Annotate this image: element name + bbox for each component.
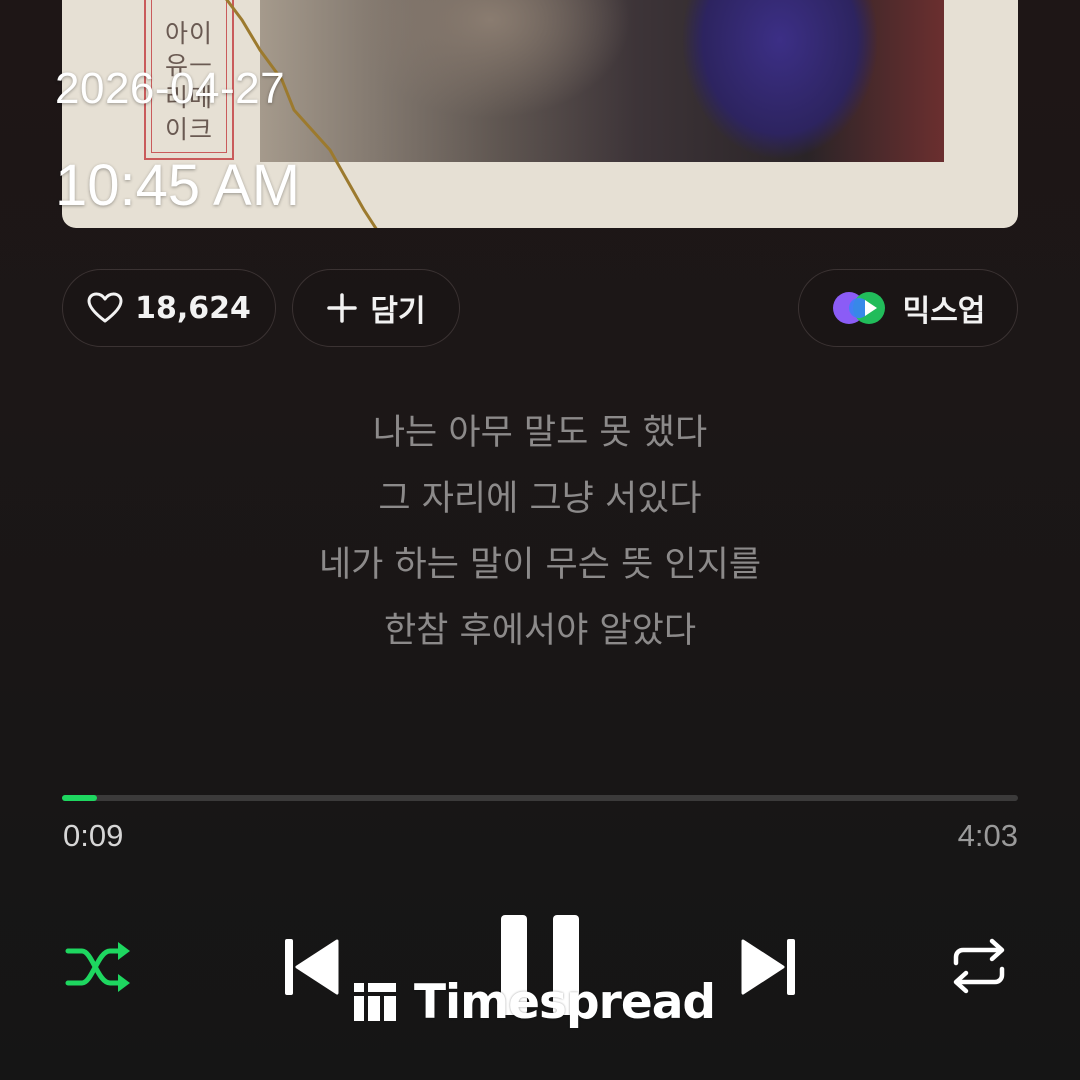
current-time: 0:09 [63, 818, 124, 853]
like-button[interactable]: 18,624 [62, 269, 276, 347]
total-time: 4:03 [957, 818, 1018, 853]
lyrics-panel[interactable]: 나는 아무 말도 못 했다 그 자리에 그냥 서있다 네가 하는 말이 무슨 뜻… [0, 400, 1080, 664]
mixup-logo-icon [832, 292, 885, 324]
skip-next-icon [741, 939, 795, 995]
heart-outline-icon [87, 292, 123, 323]
overlay-time: 10:45 AM [55, 153, 301, 218]
skip-previous-icon [285, 939, 339, 995]
watermark-text: Timespread [414, 974, 716, 1030]
progress-fill [62, 795, 98, 801]
lyric-line[interactable]: 그 자리에 그냥 서있다 [0, 466, 1080, 532]
plus-icon [327, 293, 358, 323]
repeat-button[interactable] [946, 934, 1012, 998]
lyric-line[interactable]: 한참 후에서야 알았다 [0, 598, 1080, 664]
like-count: 18,624 [135, 290, 251, 326]
next-button[interactable] [736, 932, 802, 1002]
lyric-line[interactable]: 네가 하는 말이 무슨 뜻 인지를 [0, 532, 1080, 598]
overlay-date: 2026-04-27 [55, 64, 286, 113]
previous-button[interactable] [278, 932, 344, 1002]
mixup-button[interactable]: 믹스업 [798, 269, 1018, 347]
lyric-line[interactable]: 나는 아무 말도 못 했다 [0, 400, 1080, 466]
repeat-icon [953, 938, 1005, 994]
add-label: 담기 [370, 294, 426, 329]
timespread-watermark: Timespread [352, 974, 716, 1030]
shuffle-button[interactable] [62, 934, 136, 1000]
mixup-label: 믹스업 [902, 294, 986, 329]
progress-bar[interactable] [62, 795, 1018, 801]
shuffle-icon [65, 942, 130, 992]
timespread-logo-icon [354, 983, 396, 1021]
add-to-playlist-button[interactable]: 담기 [292, 269, 460, 347]
